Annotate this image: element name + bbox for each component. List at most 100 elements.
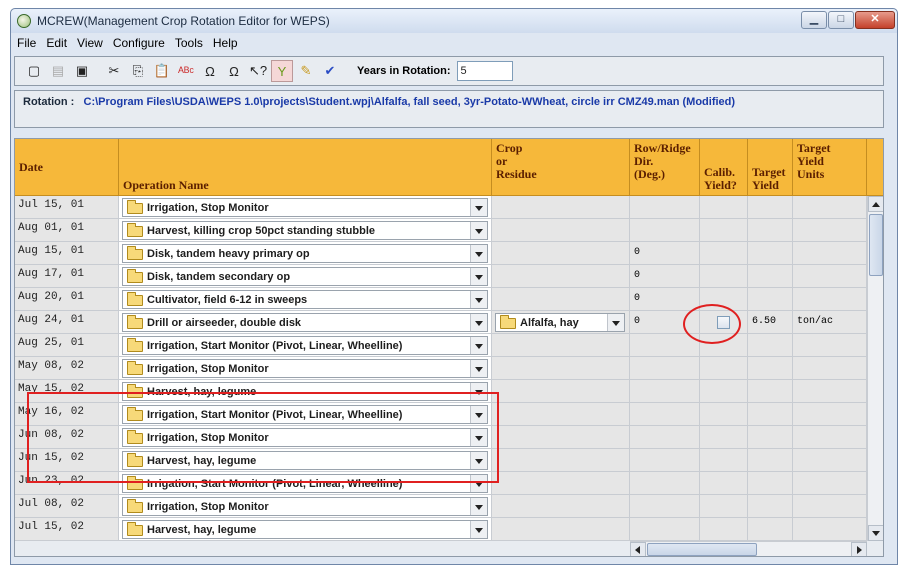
date-cell[interactable]: May 15, 02 [15,380,119,403]
chevron-down-icon[interactable] [470,406,487,423]
operation-dropdown[interactable]: Harvest, hay, legume [122,520,488,539]
chevron-down-icon[interactable] [470,429,487,446]
menu-file[interactable]: File [17,36,36,50]
ridge-dir-cell[interactable] [630,426,700,449]
date-cell[interactable]: Aug 17, 01 [15,265,119,288]
ridge-dir-cell[interactable]: 0 [630,311,700,334]
copy-icon[interactable]: ⎘ [127,60,149,82]
paste-icon[interactable]: 📋 [151,60,173,82]
chevron-down-icon[interactable] [470,360,487,377]
maximize-icon[interactable]: □ [828,11,854,29]
table-row[interactable]: Jun 23, 02 Irrigation, Start Monitor (Piv… [15,472,867,495]
target-yield-cell[interactable] [748,495,793,518]
ridge-dir-cell[interactable] [630,357,700,380]
target-yield-units-cell[interactable] [793,288,867,311]
ridge-dir-cell[interactable]: 0 [630,265,700,288]
target-yield-units-cell[interactable] [793,265,867,288]
ridge-dir-cell[interactable] [630,403,700,426]
horizontal-scroll-thumb[interactable] [647,543,757,556]
header-target-yield-units[interactable]: Target Yield Units [793,139,867,196]
target-yield-units-cell[interactable] [793,357,867,380]
calib-yield-cell[interactable] [700,403,748,426]
scroll-down-icon[interactable] [868,525,883,541]
target-yield-units-cell[interactable] [793,472,867,495]
close-icon[interactable]: ✕ [855,11,895,29]
years-in-rotation-input[interactable] [456,61,513,81]
operation-dropdown[interactable]: Irrigation, Start Monitor (Pivot, Linear… [122,336,488,355]
undo-icon[interactable]: Ω [199,60,221,82]
chevron-down-icon[interactable] [470,452,487,469]
target-yield-cell[interactable] [748,242,793,265]
calib-yield-cell[interactable] [700,380,748,403]
target-yield-cell[interactable] [748,219,793,242]
ridge-dir-cell[interactable] [630,472,700,495]
ridge-dir-cell[interactable] [630,449,700,472]
table-row[interactable]: Aug 24, 01 Drill or airseeder, double dis… [15,311,867,334]
date-cell[interactable]: Jul 15, 02 [15,518,119,541]
chevron-down-icon[interactable] [470,337,487,354]
operation-cell[interactable]: Harvest, hay, legume [119,449,492,472]
target-yield-units-cell[interactable] [793,449,867,472]
crop-cell[interactable] [492,357,630,380]
ridge-dir-cell[interactable] [630,334,700,357]
menu-edit[interactable]: Edit [46,36,67,50]
crop-cell[interactable] [492,495,630,518]
help-cursor-icon[interactable]: ↖? [247,60,269,82]
operation-dropdown[interactable]: Harvest, hay, legume [122,382,488,401]
header-calib-yield[interactable]: Calib. Yield? [700,139,748,196]
calib-yield-cell[interactable] [700,357,748,380]
operation-cell[interactable]: Irrigation, Stop Monitor [119,495,492,518]
operation-dropdown[interactable]: Harvest, hay, legume [122,451,488,470]
target-yield-units-cell[interactable] [793,219,867,242]
chevron-down-icon[interactable] [470,291,487,308]
target-yield-units-cell[interactable] [793,334,867,357]
operation-cell[interactable]: Drill or airseeder, double disk [119,311,492,334]
save-icon[interactable]: ▣ [71,60,93,82]
target-yield-cell[interactable] [748,518,793,541]
operation-dropdown[interactable]: Irrigation, Start Monitor (Pivot, Linear… [122,474,488,493]
target-yield-cell[interactable] [748,380,793,403]
scroll-right-icon[interactable] [851,542,867,556]
crop-cell[interactable] [492,242,630,265]
crop-cell[interactable] [492,449,630,472]
operation-cell[interactable]: Irrigation, Start Monitor (Pivot, Linear… [119,334,492,357]
chevron-down-icon[interactable] [470,475,487,492]
target-yield-units-cell[interactable] [793,403,867,426]
calib-yield-cell[interactable] [700,242,748,265]
target-yield-units-cell[interactable] [793,518,867,541]
target-yield-cell[interactable] [748,357,793,380]
operation-cell[interactable]: Harvest, killing crop 50pct standing stu… [119,219,492,242]
operation-cell[interactable]: Irrigation, Stop Monitor [119,426,492,449]
ridge-dir-cell[interactable] [630,380,700,403]
target-yield-units-cell[interactable] [793,242,867,265]
table-row[interactable]: Jun 08, 02 Irrigation, Stop Monitor [15,426,867,449]
date-cell[interactable]: Jun 23, 02 [15,472,119,495]
table-row[interactable]: Aug 20, 01 Cultivator, field 6-12 in swee… [15,288,867,311]
vertical-scroll-thumb[interactable] [869,214,883,276]
date-cell[interactable]: Jun 15, 02 [15,449,119,472]
calib-yield-cell[interactable] [700,288,748,311]
table-row[interactable]: Aug 15, 01 Disk, tandem heavy primary op 0 [15,242,867,265]
table-row[interactable]: May 16, 02 Irrigation, Start Monitor (Piv… [15,403,867,426]
target-yield-units-cell[interactable]: ton/ac [793,311,867,334]
target-yield-cell[interactable] [748,265,793,288]
date-cell[interactable]: May 16, 02 [15,403,119,426]
ridge-dir-cell[interactable]: 0 [630,242,700,265]
crop-cell[interactable] [492,288,630,311]
operation-cell[interactable]: Irrigation, Stop Monitor [119,196,492,219]
menu-view[interactable]: View [77,36,103,50]
calib-yield-cell[interactable] [700,472,748,495]
chevron-down-icon[interactable] [470,314,487,331]
crop-cell[interactable] [492,196,630,219]
table-row[interactable]: May 08, 02 Irrigation, Stop Monitor [15,357,867,380]
target-yield-cell[interactable] [748,196,793,219]
header-row-ridge-dir[interactable]: Row/Ridge Dir. (Deg.) [630,139,700,196]
ridge-dir-cell[interactable] [630,495,700,518]
operation-cell[interactable]: Irrigation, Start Monitor (Pivot, Linear… [119,472,492,495]
operation-cell[interactable]: Harvest, hay, legume [119,380,492,403]
operation-dropdown[interactable]: Irrigation, Stop Monitor [122,428,488,447]
new-file-icon[interactable]: ▢ [23,60,45,82]
horizontal-scrollbar[interactable] [630,541,867,556]
crop-cell[interactable] [492,518,630,541]
crop-cell[interactable] [492,472,630,495]
